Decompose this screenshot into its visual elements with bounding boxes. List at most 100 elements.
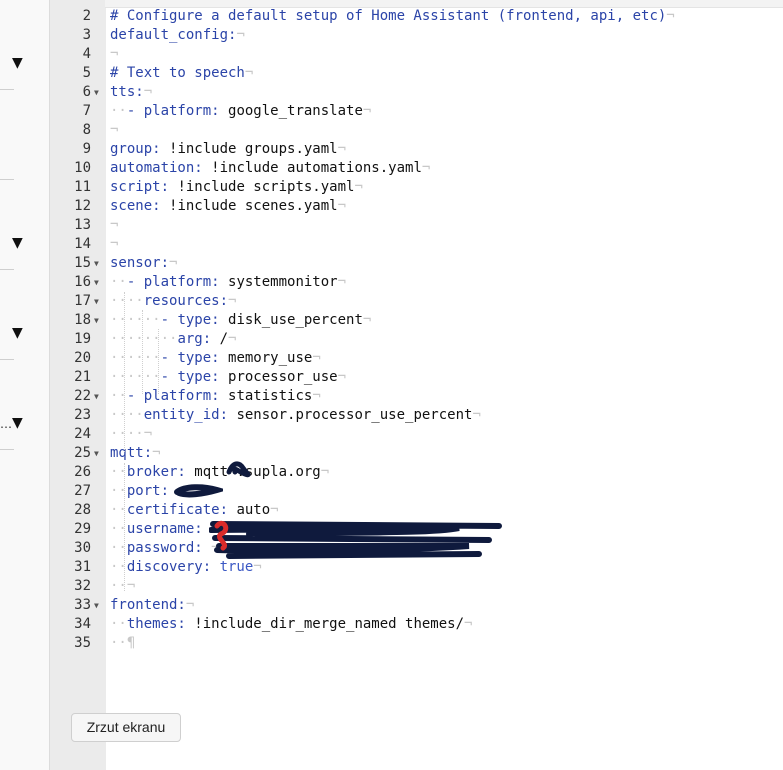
code-text: ¬ — [110, 236, 119, 252]
disclosure-triangle-icon[interactable]: ▼ — [12, 235, 23, 251]
code-text: ··¶ — [110, 635, 136, 651]
sidebar-divider — [0, 449, 14, 450]
code-text: tts:¬ — [110, 84, 153, 100]
code-text: ····resources:¬ — [110, 293, 237, 309]
fold-toggle-icon[interactable]: ▼ — [94, 273, 99, 292]
code-line[interactable]: 14 ¬ — [49, 235, 783, 254]
line-number: 31 — [74, 559, 91, 575]
code-line[interactable]: 8 ¬ — [49, 121, 783, 140]
line-number: 18 — [74, 312, 91, 328]
code-text: mqtt:¬ — [110, 445, 161, 461]
line-number: 20 — [74, 350, 91, 366]
line-number: 32 — [74, 578, 91, 594]
code-line[interactable]: 27 ··port: ¬ — [49, 482, 783, 501]
code-text: ¬ — [110, 217, 119, 233]
code-line[interactable]: 2 # Configure a default setup of Home Ass… — [49, 7, 783, 26]
code-line[interactable]: 4 ¬ — [49, 45, 783, 64]
fold-toggle-icon[interactable]: ▼ — [94, 387, 99, 406]
code-line[interactable]: 15 ▼ sensor:¬ — [49, 254, 783, 273]
sidebar-divider — [0, 269, 14, 270]
indent-guide — [158, 329, 159, 394]
code-line[interactable]: 12 scene: !include scenes.yaml¬ — [49, 197, 783, 216]
truncated-label: … — [0, 417, 12, 431]
redaction-scribble-credentials — [209, 520, 502, 559]
code-text: ··themes: !include_dir_merge_named theme… — [110, 616, 473, 632]
disclosure-triangle-icon[interactable]: ▼ — [12, 325, 23, 341]
code-line[interactable]: 19 ········arg: /¬ — [49, 330, 783, 349]
code-line[interactable]: 7 ··- platform: google_translate¬ — [49, 102, 783, 121]
line-number: 19 — [74, 331, 91, 347]
line-number: 10 — [74, 160, 91, 176]
line-number: 11 — [74, 179, 91, 195]
line-number: 25 — [74, 445, 91, 461]
fold-toggle-icon[interactable]: ▼ — [94, 83, 99, 102]
code-line[interactable]: 24 ····¬ — [49, 425, 783, 444]
line-number: 9 — [82, 141, 91, 157]
code-line[interactable]: 5 # Text to speech¬ — [49, 64, 783, 83]
code-line[interactable]: 17 ▼ ····resources:¬ — [49, 292, 783, 311]
code-line[interactable]: 6 ▼ tts:¬ — [49, 83, 783, 102]
code-text: script: !include scripts.yaml¬ — [110, 179, 363, 195]
fold-toggle-icon[interactable]: ▼ — [94, 311, 99, 330]
line-number: 34 — [74, 616, 91, 632]
code-line[interactable]: 34 ··themes: !include_dir_merge_named the… — [49, 615, 783, 634]
code-line[interactable]: 11 script: !include scripts.yaml¬ — [49, 178, 783, 197]
line-number: 26 — [74, 464, 91, 480]
fold-toggle-icon[interactable]: ▼ — [94, 254, 99, 273]
code-text: ··username: ¬ — [110, 521, 220, 537]
code-text: group: !include groups.yaml¬ — [110, 141, 347, 157]
line-number: 33 — [74, 597, 91, 613]
code-line[interactable]: 25 ▼ mqtt:¬ — [49, 444, 783, 463]
line-number: 28 — [74, 502, 91, 518]
code-text: ··- platform: systemmonitor¬ — [110, 274, 347, 290]
code-line[interactable]: 32 ··¬ — [49, 577, 783, 596]
code-text: ······- type: disk_use_percent¬ — [110, 312, 372, 328]
screenshot-tooltip: Zrzut ekranu — [71, 713, 181, 742]
line-number: 21 — [74, 369, 91, 385]
fold-toggle-icon[interactable]: ▼ — [94, 596, 99, 615]
code-line[interactable]: 10 automation: !include automations.yaml¬ — [49, 159, 783, 178]
line-number: 5 — [82, 65, 91, 81]
fold-toggle-icon[interactable]: ▼ — [94, 444, 99, 463]
code-line[interactable]: 3 default_config:¬ — [49, 26, 783, 45]
line-number: 6 — [82, 84, 91, 100]
line-number: 4 — [82, 46, 91, 62]
line-number: 29 — [74, 521, 91, 537]
code-line[interactable]: 13 ¬ — [49, 216, 783, 235]
code-text: sensor:¬ — [110, 255, 178, 271]
line-number: 7 — [82, 103, 91, 119]
fold-toggle-icon[interactable]: ▼ — [94, 292, 99, 311]
code-text: ··¬ — [110, 578, 136, 594]
code-line[interactable]: 22 ▼ ··- platform: statistics¬ — [49, 387, 783, 406]
code-line[interactable]: 21 ······- type: processor_use¬ — [49, 368, 783, 387]
line-number: 15 — [74, 255, 91, 271]
code-line[interactable]: 35 ··¶ — [49, 634, 783, 653]
disclosure-triangle-icon[interactable]: ▼ — [12, 55, 23, 71]
code-line[interactable]: 20 ······- type: memory_use¬ — [49, 349, 783, 368]
code-text: ¬ — [110, 122, 119, 138]
indent-guide — [142, 310, 143, 394]
indent-guide — [124, 463, 125, 591]
disclosure-triangle-icon[interactable]: ▼ — [12, 415, 23, 431]
code-line[interactable]: 18 ▼ ······- type: disk_use_percent¬ — [49, 311, 783, 330]
code-line[interactable]: 23 ····entity_id: sensor.processor_use_pe… — [49, 406, 783, 425]
code-text: ····¬ — [110, 426, 153, 442]
line-number: 27 — [74, 483, 91, 499]
sidebar-divider — [0, 179, 14, 180]
code-line[interactable]: 33 ▼ frontend:¬ — [49, 596, 783, 615]
sidebar: ▼ ▼ ▼ … ▼ — [0, 0, 49, 770]
code-text: # Configure a default setup of Home Assi… — [110, 8, 675, 24]
code-text: ··- platform: google_translate¬ — [110, 103, 372, 119]
code-text: ······- type: processor_use¬ — [110, 369, 347, 385]
line-number: 17 — [74, 293, 91, 309]
code-line[interactable]: 9 group: !include groups.yaml¬ — [49, 140, 783, 159]
indent-guide — [124, 292, 125, 452]
code-editor[interactable]: 2 # Configure a default setup of Home Ass… — [49, 0, 783, 770]
code-text: scene: !include scenes.yaml¬ — [110, 198, 347, 214]
code-line[interactable]: 26 ··broker: mqtt .supla.org¬ — [49, 463, 783, 482]
redaction-scribble-broker — [226, 461, 251, 478]
code-text: automation: !include automations.yaml¬ — [110, 160, 431, 176]
code-text: ¬ — [110, 46, 119, 62]
code-text: ··password: ¬ — [110, 540, 220, 556]
code-line[interactable]: 16 ▼ ··- platform: systemmonitor¬ — [49, 273, 783, 292]
